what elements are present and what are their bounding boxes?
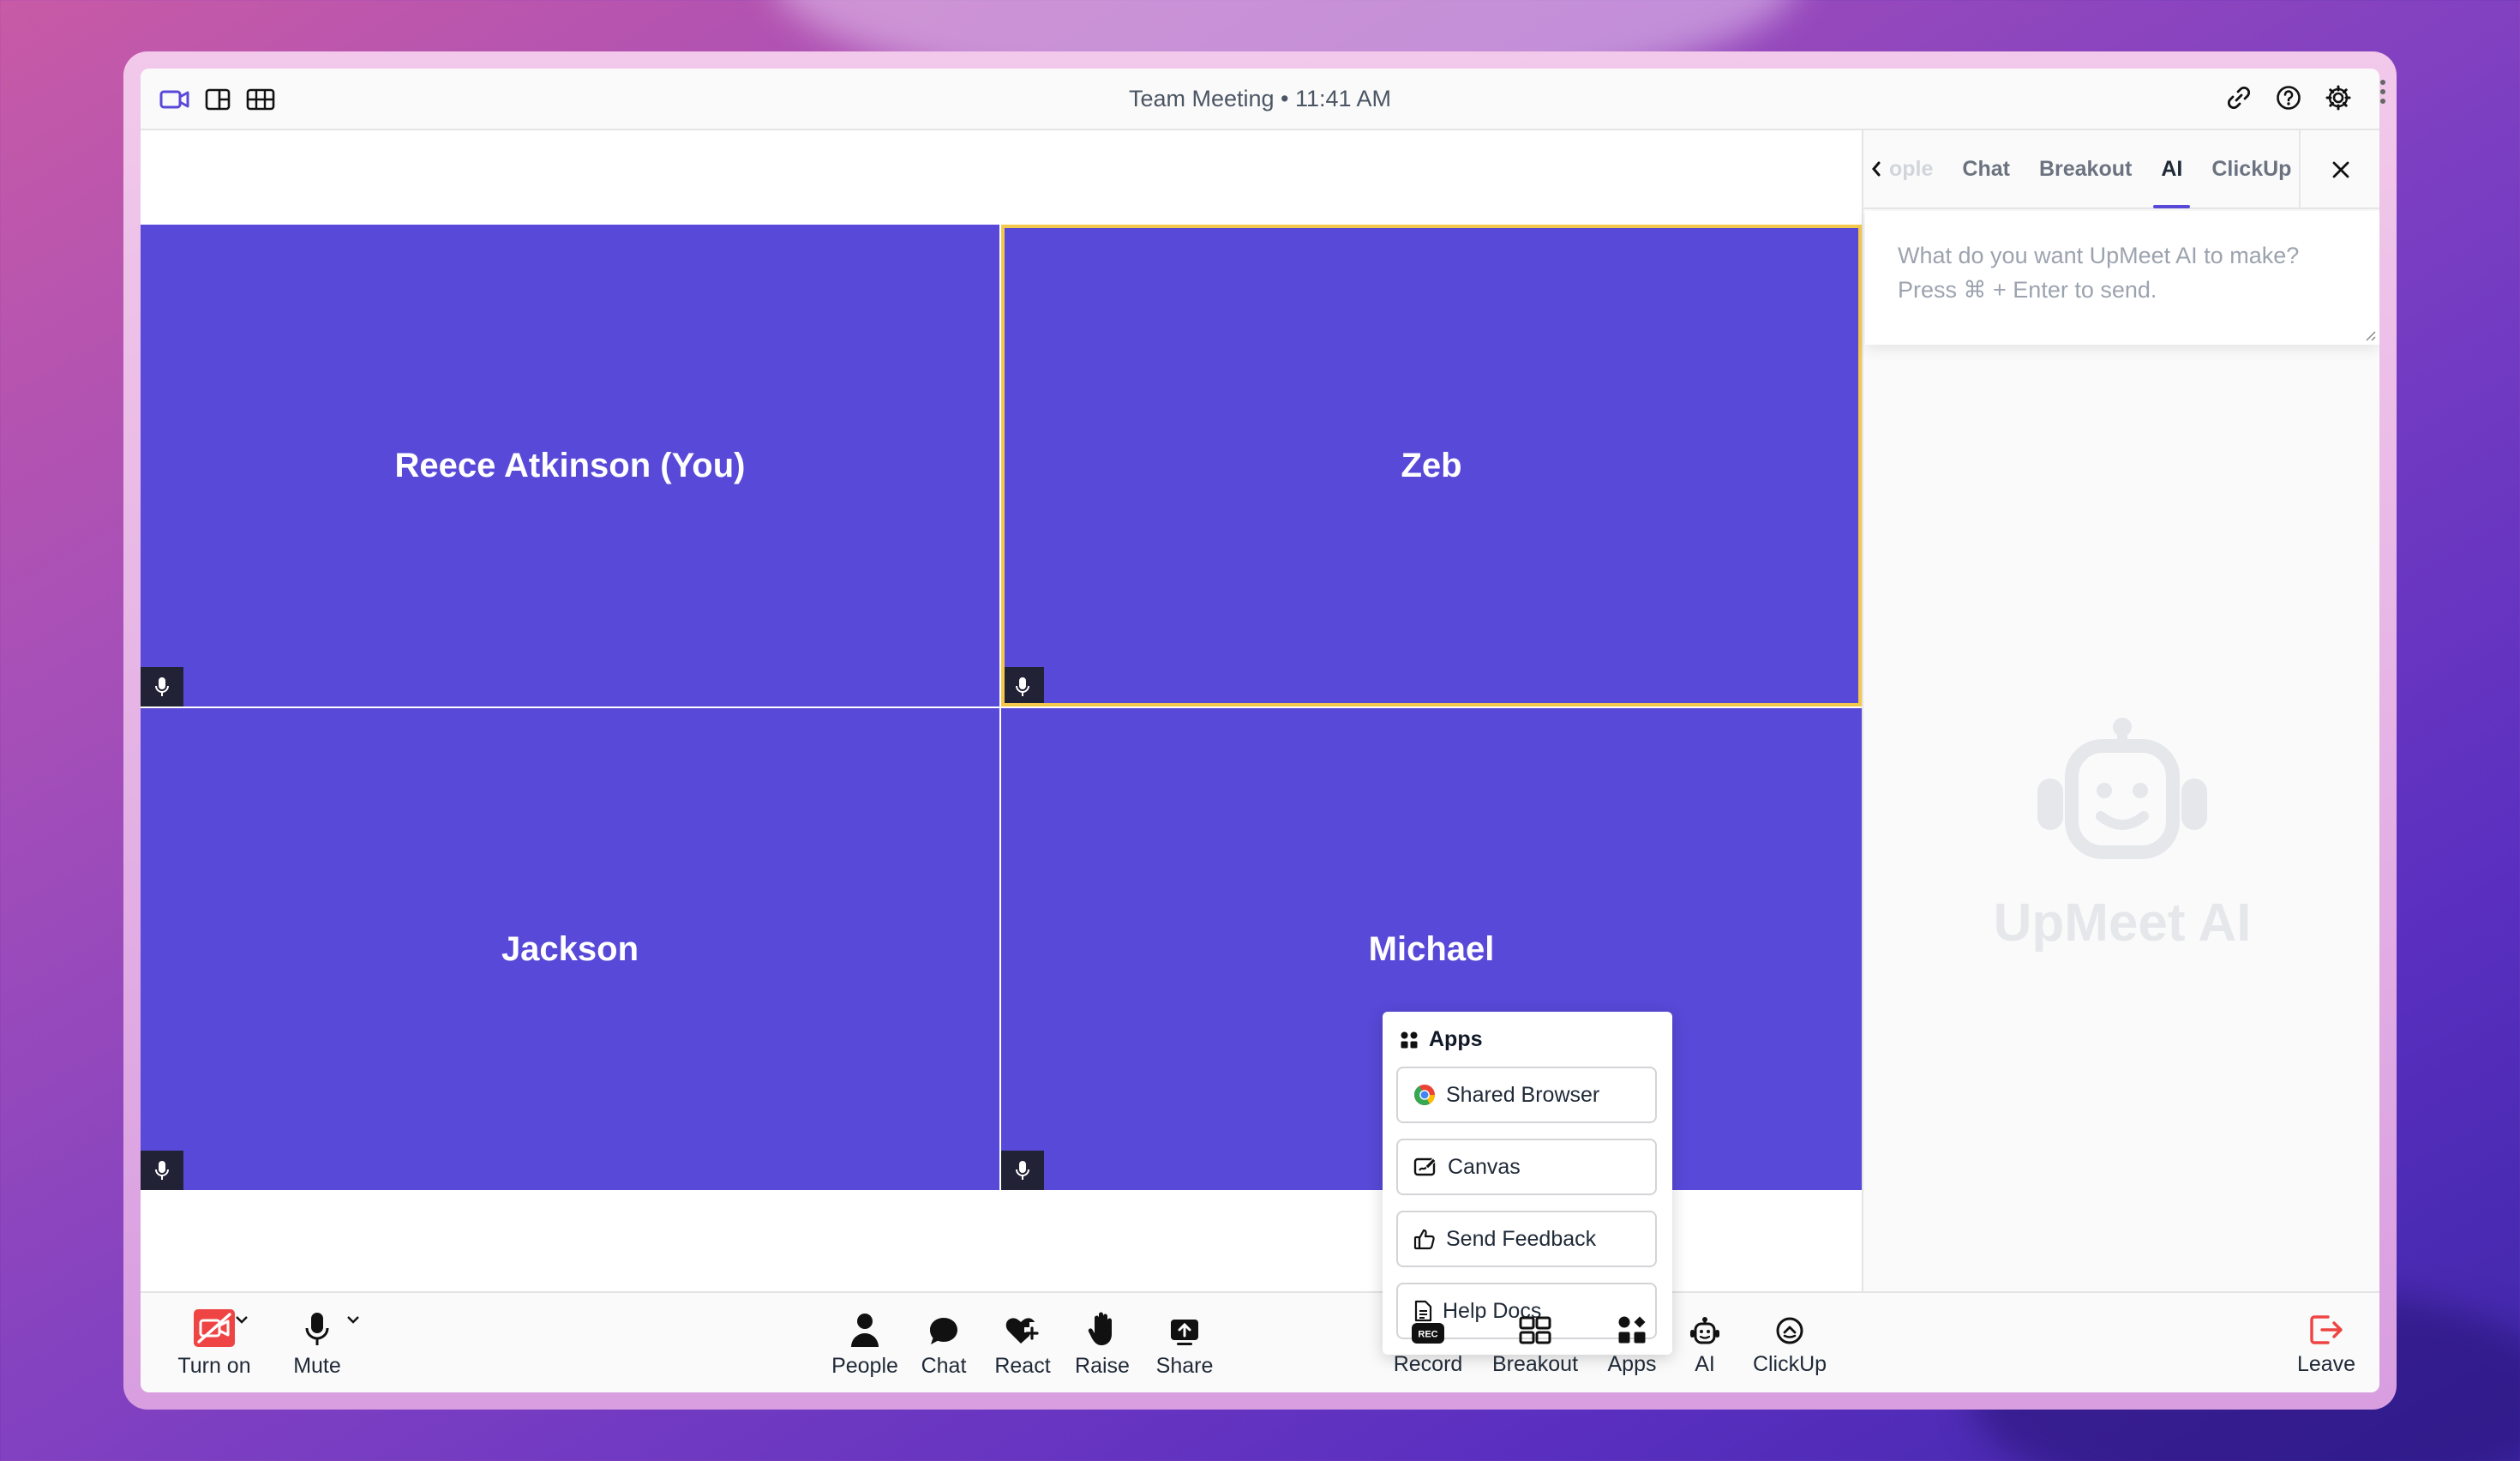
mic-options-chevron-down-icon[interactable] — [346, 1314, 360, 1329]
robot-icon — [1689, 1308, 1721, 1345]
leave-label: Leave — [2296, 1351, 2356, 1376]
title-actions — [2223, 82, 2354, 113]
participant-name: Reece Atkinson (You) — [394, 446, 746, 484]
sidebar-layout-icon[interactable] — [202, 84, 233, 115]
mic-status-icon — [1001, 1151, 1044, 1190]
ai-prompt-placeholder: What do you want UpMeet AI to make? Pres… — [1898, 243, 2300, 303]
mute-button[interactable]: Mute — [274, 1293, 360, 1392]
clickup-label: ClickUp — [1752, 1351, 1827, 1376]
thumbs-up-icon — [1413, 1229, 1435, 1250]
leave-button[interactable]: Leave — [2283, 1291, 2369, 1392]
microphone-icon — [305, 1309, 329, 1347]
camera-label: Turn on — [177, 1353, 251, 1378]
apps-label: Apps — [1607, 1351, 1657, 1376]
breakout-button[interactable]: Breakout — [1483, 1291, 1587, 1392]
link-icon[interactable] — [2223, 82, 2254, 113]
tab-people[interactable]: ople — [1889, 129, 1947, 208]
meeting-title: Team Meeting • 11:41 AM — [1128, 85, 1392, 111]
tab-ai[interactable]: AI — [2146, 129, 2197, 208]
share-icon — [1169, 1309, 1200, 1347]
ai-label: AI — [1695, 1351, 1715, 1376]
raise-hand-button[interactable]: Raise — [1068, 1293, 1137, 1392]
resize-grip-icon[interactable] — [2364, 329, 2376, 341]
layout-switcher — [159, 84, 276, 115]
canvas-label: Canvas — [1448, 1154, 1521, 1179]
participant-tile-zeb[interactable]: Zeb — [1001, 225, 1862, 706]
ai-empty-state: UpMeet AI — [1863, 713, 2379, 953]
record-toggle[interactable]: REC Record — [1385, 1291, 1471, 1392]
tab-chat[interactable]: Chat — [1947, 129, 2025, 208]
send-feedback-label: Send Feedback — [1446, 1226, 1597, 1251]
breakout-icon — [1519, 1308, 1551, 1345]
mic-status-icon — [141, 667, 183, 706]
settings-icon[interactable] — [2323, 82, 2354, 113]
people-button[interactable]: People — [826, 1293, 903, 1392]
clickup-icon — [1775, 1308, 1804, 1345]
apps-icon — [1401, 1031, 1418, 1048]
chat-label: Chat — [921, 1353, 967, 1378]
video-layout-icon[interactable] — [159, 84, 190, 115]
side-panel-tabs: ople Chat Breakout AI ClickUp — [1863, 130, 2379, 209]
share-label: Share — [1155, 1353, 1214, 1378]
tab-breakout[interactable]: Breakout — [2025, 129, 2146, 208]
people-label: People — [831, 1353, 898, 1378]
participant-name: Jackson — [501, 929, 639, 968]
record-icon: REC — [1411, 1308, 1445, 1345]
ai-prompt-input[interactable]: What do you want UpMeet AI to make? Pres… — [1865, 211, 2379, 345]
chat-button[interactable]: Chat — [912, 1293, 975, 1392]
send-feedback-button[interactable]: Send Feedback — [1396, 1211, 1657, 1267]
side-panel: ople Chat Breakout AI ClickUp What do yo… — [1862, 130, 2379, 1291]
participant-name: Zeb — [1401, 446, 1462, 484]
participant-tile-reece[interactable]: Reece Atkinson (You) — [141, 225, 999, 706]
react-button[interactable]: React — [986, 1293, 1059, 1392]
canvas-icon — [1413, 1157, 1437, 1176]
meeting-toolbar: Turn on Mute People Chat React Raise Sha… — [141, 1291, 2379, 1392]
mic-status-icon — [1001, 667, 1044, 706]
shared-browser-label: Shared Browser — [1446, 1082, 1600, 1107]
grid-layout-icon[interactable] — [245, 84, 276, 115]
apps-popover-header: Apps — [1400, 1027, 1483, 1052]
chevron-left-icon[interactable] — [1863, 129, 1889, 208]
apps-button[interactable]: Apps — [1596, 1291, 1668, 1392]
ai-empty-state-label: UpMeet AI — [1993, 893, 2252, 953]
canvas-button[interactable]: Canvas — [1396, 1139, 1657, 1195]
title-bar: Team Meeting • 11:41 AM — [141, 69, 2379, 130]
shared-browser-button[interactable]: Shared Browser — [1396, 1067, 1657, 1123]
meeting-window: Team Meeting • 11:41 AM Reece Atkinson (… — [141, 69, 2379, 1392]
mute-label: Mute — [293, 1353, 341, 1378]
camera-options-chevron-down-icon[interactable] — [235, 1314, 249, 1329]
apps-popover-title: Apps — [1429, 1027, 1483, 1051]
people-icon — [850, 1309, 879, 1347]
robot-icon — [2037, 718, 2207, 859]
breakout-label: Breakout — [1491, 1351, 1579, 1376]
close-icon — [2332, 161, 2349, 178]
raise-label: Raise — [1075, 1353, 1130, 1378]
participant-name: Michael — [1368, 929, 1495, 968]
window-drag-handle[interactable] — [2379, 79, 2386, 105]
camera-off-icon — [194, 1308, 235, 1347]
share-button[interactable]: Share — [1145, 1293, 1224, 1392]
participant-tile-jackson[interactable]: Jackson — [141, 708, 999, 1190]
ai-button[interactable]: AI — [1677, 1291, 1733, 1392]
tab-clickup[interactable]: ClickUp — [2197, 129, 2306, 208]
help-icon[interactable] — [2273, 82, 2304, 113]
record-label: Record — [1393, 1351, 1463, 1376]
chat-icon — [928, 1309, 959, 1347]
chrome-icon — [1414, 1085, 1435, 1106]
hand-icon — [1088, 1309, 1117, 1347]
mic-status-icon — [141, 1151, 183, 1190]
react-label: React — [994, 1353, 1051, 1378]
clickup-button[interactable]: ClickUp — [1743, 1291, 1836, 1392]
camera-button[interactable]: Turn on — [163, 1293, 266, 1392]
leave-icon — [2309, 1308, 2343, 1345]
record-badge-text: REC — [1418, 1329, 1437, 1339]
apps-grid-icon — [1617, 1308, 1647, 1345]
react-icon — [1005, 1309, 1041, 1347]
close-panel-button[interactable] — [2299, 130, 2379, 209]
